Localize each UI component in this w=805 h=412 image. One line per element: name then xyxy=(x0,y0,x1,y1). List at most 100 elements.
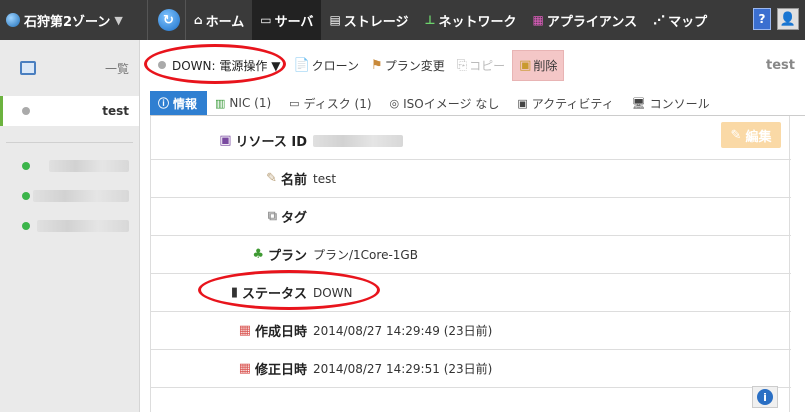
redacted-label xyxy=(33,190,129,202)
status-label: ステータス xyxy=(241,287,307,302)
plan-label-wrap: ♣ プラン xyxy=(151,245,307,264)
tab-iso[interactable]: ◎ ISOイメージ なし xyxy=(382,91,510,115)
sidebar-item-server[interactable] xyxy=(0,211,139,241)
name-label-wrap: ✎ 名前 xyxy=(151,169,307,188)
modified-value: 2014/08/27 14:29:51 (23日前) xyxy=(313,362,493,376)
nav-network-label: ネットワーク xyxy=(438,14,517,30)
tab-console[interactable]: 🖥 コンソール xyxy=(624,91,720,115)
tags-icon: ⧉ xyxy=(267,209,277,224)
disk-icon: ▭ xyxy=(289,96,300,110)
nav-server[interactable]: ▭ サーバ xyxy=(252,0,322,40)
sidebar-header: 一覧 xyxy=(0,40,139,96)
globe-icon xyxy=(6,13,20,27)
trash-icon: ▣ xyxy=(519,57,532,73)
redacted-label xyxy=(37,220,129,232)
resource-id-label-wrap: ▣ リソース ID xyxy=(151,131,307,150)
power-menu-button[interactable]: DOWN: 電源操作 ▼ xyxy=(152,54,286,77)
info-button[interactable]: i xyxy=(752,386,778,408)
plan-row: ♣ プラン プラン/1Core-1GB xyxy=(151,236,791,274)
status-dot-icon xyxy=(22,107,30,115)
delete-label: 削除 xyxy=(533,58,558,73)
server-hostname: test xyxy=(766,58,795,73)
tree-icon: ♣ xyxy=(252,247,264,262)
monitor-icon: 🖥 xyxy=(631,96,646,110)
cd-icon: ◎ xyxy=(389,96,400,110)
plan-change-label: プラン変更 xyxy=(384,58,445,73)
modified-label-wrap: ▦ 修正日時 xyxy=(151,359,307,378)
status-dot-icon xyxy=(22,162,30,170)
appliance-icon: ▦ xyxy=(532,13,544,27)
resource-id-row: ▣ リソース ID xyxy=(151,122,791,160)
created-label-wrap: ▦ 作成日時 xyxy=(151,321,307,340)
power-status-icon xyxy=(158,61,166,69)
nav-appliance-label: アプライアンス xyxy=(546,14,638,30)
name-row: ✎ 名前 test xyxy=(151,160,791,198)
sidebar-item-test[interactable]: test xyxy=(0,96,139,126)
sidebar-divider xyxy=(6,142,133,143)
status-dot-icon xyxy=(22,222,30,230)
nav-network[interactable]: ⊥ ネットワーク xyxy=(417,0,525,40)
tab-disk[interactable]: ▭ ディスク (1) xyxy=(281,91,381,115)
plan-change-button[interactable]: ⚑ プラン変更 xyxy=(366,54,450,77)
refresh-icon: ↻ xyxy=(157,9,180,31)
sidebar: 一覧 test xyxy=(0,40,140,412)
nav-right-tools: ? 👤 xyxy=(753,8,799,30)
tag-label-wrap: ⧉ タグ xyxy=(151,207,307,226)
tab-activity[interactable]: ▣ アクティビティ xyxy=(509,91,623,115)
traffic-light-icon: ▮ xyxy=(230,285,238,300)
plan-label: プラン xyxy=(267,249,307,264)
tag-icon: ✎ xyxy=(266,171,277,186)
tag-row: ⧉ タグ xyxy=(151,198,791,236)
home-icon: ⌂ xyxy=(194,13,203,27)
name-label: 名前 xyxy=(280,173,307,188)
tab-iso-label: ISOイメージ なし xyxy=(403,96,500,111)
nav-storage[interactable]: ▤ ストレージ xyxy=(321,0,416,40)
modified-label: 修正日時 xyxy=(254,363,307,378)
sidebar-item-server[interactable] xyxy=(0,181,139,211)
tab-activity-label: アクティビティ xyxy=(531,96,614,111)
copy-button[interactable]: ⎘ コピー xyxy=(452,54,510,77)
resource-id-value xyxy=(313,134,403,147)
detail-tabs: ⓘ 情報 ▥ NIC (1) ▭ ディスク (1) ◎ ISOイメージ なし ▣… xyxy=(150,91,805,116)
info-icon: ⓘ xyxy=(158,97,169,110)
top-nav-bar: 石狩第2ゾーン ▼ ↻ ⌂ ホーム ▭ サーバ ▤ ストレージ ⊥ ネットワーク… xyxy=(0,0,805,40)
action-bar: DOWN: 電源操作 ▼ 📄 クローン ⚑ プラン変更 ⎘ コピー ▣ 削除 t… xyxy=(140,46,805,84)
nav-storage-label: ストレージ xyxy=(343,14,409,30)
map-icon: ⋰ xyxy=(653,13,666,27)
delete-button[interactable]: ▣ 削除 xyxy=(512,49,565,81)
resource-id-label: リソース ID xyxy=(235,135,307,150)
created-label: 作成日時 xyxy=(254,325,307,340)
nav-appliance[interactable]: ▦ アプライアンス xyxy=(525,0,646,40)
network-icon: ⊥ xyxy=(424,13,436,27)
nav-home[interactable]: ⌂ ホーム xyxy=(186,0,252,40)
activity-icon: ▣ xyxy=(517,96,528,110)
name-value: test xyxy=(313,171,337,186)
copy-label: コピー xyxy=(469,58,506,73)
tag-label: タグ xyxy=(280,211,307,226)
refresh-button[interactable]: ↻ xyxy=(152,0,186,40)
tab-console-label: コンソール xyxy=(649,96,710,111)
sidebar-title: 一覧 xyxy=(104,61,129,76)
clone-icon: 📄 xyxy=(293,57,310,73)
tab-nic[interactable]: ▥ NIC (1) xyxy=(207,91,281,115)
nav-map-label: マップ xyxy=(668,14,708,30)
redacted-label xyxy=(49,160,129,172)
copy-icon: ⎘ xyxy=(456,57,468,73)
created-row: ▦ 作成日時 2014/08/27 14:29:49 (23日前) xyxy=(151,312,791,350)
help-button[interactable]: ? xyxy=(753,8,771,30)
signpost-icon: ⚑ xyxy=(371,57,383,73)
tab-disk-label: ディスク (1) xyxy=(303,96,372,111)
status-row: ▮ ステータス DOWN xyxy=(151,274,791,312)
plan-value: プラン/1Core-1GB xyxy=(313,248,418,262)
sidebar-item-server[interactable] xyxy=(0,151,139,181)
nic-icon: ▥ xyxy=(215,96,226,110)
clone-label: クローン xyxy=(311,58,360,73)
nav-map[interactable]: ⋰ マップ xyxy=(645,0,715,40)
zone-name: 石狩第2ゾーン xyxy=(24,14,111,30)
book-icon[interactable] xyxy=(20,61,36,75)
user-icon[interactable]: 👤 xyxy=(777,8,799,30)
clone-button[interactable]: 📄 クローン xyxy=(288,54,364,77)
modified-row: ▦ 修正日時 2014/08/27 14:29:51 (23日前) xyxy=(151,350,791,388)
zone-selector[interactable]: 石狩第2ゾーン ▼ xyxy=(0,0,148,40)
tab-info[interactable]: ⓘ 情報 xyxy=(150,91,208,115)
